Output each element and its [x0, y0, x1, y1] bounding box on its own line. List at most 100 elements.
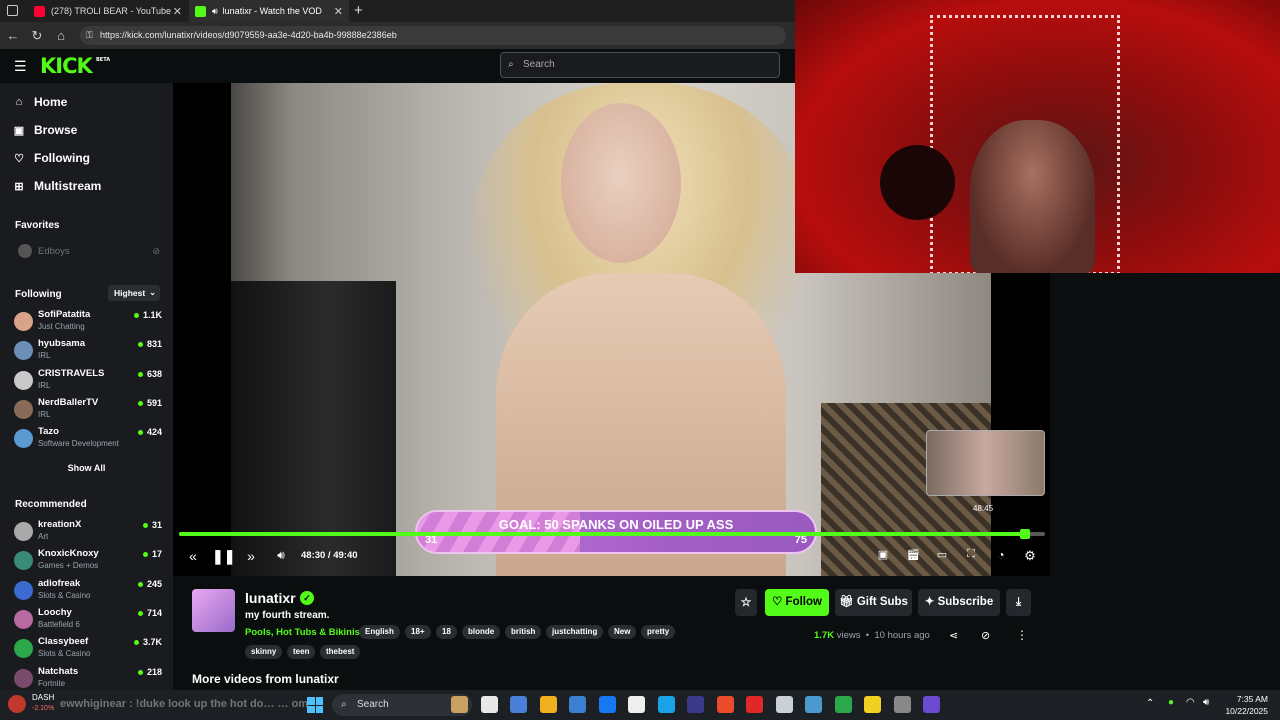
home-icon[interactable]: ⌂: [53, 28, 69, 43]
stream-tag[interactable]: pretty: [641, 625, 676, 639]
channel-name[interactable]: lunatixr: [245, 590, 296, 606]
sidebar-channel-item[interactable]: Natchats Fortnite 218: [14, 666, 164, 692]
obs-icon[interactable]: [923, 696, 940, 713]
volume-icon[interactable]: 🔊︎: [271, 548, 291, 563]
volume-icon[interactable]: 🔊︎: [1203, 697, 1209, 708]
avatar: [14, 399, 33, 419]
stream-tag[interactable]: teen: [287, 645, 316, 659]
subscribe-button[interactable]: ✦ Subscribe: [918, 589, 1000, 616]
speaker-icon[interactable]: 🔊︎: [212, 6, 218, 17]
amazon-icon[interactable]: [628, 696, 645, 713]
tray-mic-icon[interactable]: ●: [1168, 697, 1174, 708]
browse-icon: ▣: [13, 124, 25, 137]
channel-name: Natchats: [38, 665, 79, 677]
youtube-icon[interactable]: [775, 696, 793, 713]
sidebar-channel-item[interactable]: SofiPatatita Just Chatting 1.1K: [14, 309, 164, 335]
browser-tab-bar: (278) TROLI BEAR - YouTube ✕ 🔊︎ lunatixr…: [0, 0, 795, 22]
sidebar-channel-item[interactable]: Loochy Battlefield 6 714: [14, 607, 164, 633]
xbox-icon[interactable]: [864, 696, 881, 713]
stream-tag[interactable]: 18+: [405, 625, 431, 639]
app-icon[interactable]: [834, 696, 852, 713]
tray-chevron-icon[interactable]: ⌃: [1146, 698, 1154, 709]
favorite-item[interactable]: Edboys ⊘: [14, 244, 164, 270]
window-menu-icon[interactable]: [7, 5, 18, 16]
miniplayer-icon[interactable]: ▣: [873, 548, 893, 561]
tab-kick[interactable]: 🔊︎ lunatixr - Watch the VOD on ✕: [189, 0, 349, 22]
tab-youtube[interactable]: (278) TROLI BEAR - YouTube ✕: [28, 0, 188, 22]
rewind-icon[interactable]: «: [183, 548, 203, 564]
sidebar-item-browse[interactable]: ▣ Browse: [13, 123, 78, 137]
settings-gear-icon[interactable]: ⚙: [1020, 548, 1040, 564]
search-icon: ⌕: [341, 699, 347, 710]
close-tab-icon[interactable]: ✕: [334, 5, 343, 18]
stream-tag[interactable]: blonde: [462, 625, 501, 639]
widget-icon[interactable]: [451, 696, 468, 713]
hide-icon[interactable]: ⊘: [981, 629, 990, 642]
sidebar-channel-item[interactable]: Tazo Software Development 424: [14, 426, 164, 452]
sidebar-channel-item[interactable]: hyubsama IRL 831: [14, 338, 164, 364]
hamburger-menu-icon[interactable]: ☰: [14, 58, 27, 75]
kick-logo[interactable]: KICK BETA: [40, 54, 110, 78]
store-icon[interactable]: [569, 696, 586, 713]
edge-icon[interactable]: [657, 696, 675, 713]
fast-forward-icon[interactable]: »: [241, 548, 261, 564]
favorite-star-button[interactable]: ☆: [735, 589, 757, 616]
close-tab-icon[interactable]: ✕: [173, 5, 182, 18]
sort-dropdown[interactable]: Highest ⌄: [108, 285, 160, 301]
pause-icon[interactable]: ❚❚: [212, 548, 235, 565]
download-button[interactable]: ⤓: [1006, 589, 1031, 616]
stream-tag[interactable]: british: [505, 625, 542, 639]
sidebar-channel-item[interactable]: KnoxicKnoxy Games + Demos 17: [14, 548, 164, 574]
stream-tag[interactable]: English: [359, 625, 400, 639]
sidebar-channel-item[interactable]: CRISTRAVELS IRL 638: [14, 368, 164, 394]
copilot-icon[interactable]: [510, 696, 527, 713]
calculator-icon[interactable]: [687, 696, 704, 713]
search-input[interactable]: ⌕ Search: [500, 52, 780, 78]
seek-bar-handle[interactable]: [1020, 529, 1031, 539]
taskbar-clock[interactable]: 7:35 AM 10/22/2025: [1218, 693, 1268, 717]
tab-label: (278) TROLI BEAR - YouTube: [51, 6, 172, 16]
task-view-icon[interactable]: [480, 696, 498, 713]
sort-label: Highest: [114, 288, 146, 298]
vlc-icon[interactable]: [746, 696, 763, 713]
sidebar-item-multistream[interactable]: ⊞ Multistream: [13, 179, 101, 193]
gift-subs-button[interactable]: 🎁︎ Gift Subs: [835, 589, 912, 616]
url-text: https://kick.com/lunatixr/videos/d907955…: [100, 30, 397, 40]
file-explorer-icon[interactable]: [539, 696, 557, 713]
notes-icon[interactable]: [893, 696, 911, 713]
sidebar-channel-item[interactable]: NerdBallerTV IRL 591: [14, 397, 164, 423]
more-options-icon[interactable]: ⋮: [1016, 628, 1028, 642]
avatar: [14, 370, 33, 390]
stream-tag[interactable]: 18: [436, 625, 457, 639]
site-info-icon[interactable]: ⚿: [86, 26, 93, 45]
url-field[interactable]: ⚿ https://kick.com/lunatixr/videos/d9079…: [80, 26, 786, 45]
seek-bar[interactable]: [179, 529, 1045, 539]
chrome-icon[interactable]: [716, 696, 734, 713]
show-all-link[interactable]: Show All: [0, 463, 173, 473]
wifi-icon[interactable]: ◠: [1186, 697, 1195, 708]
theater-mode-icon[interactable]: ▭: [932, 548, 952, 561]
stream-chat-ticker: ewwhiginear : !duke look up the hot do… …: [60, 698, 310, 710]
stream-category-link[interactable]: Pools, Hot Tubs & Bikinis: [245, 627, 360, 638]
sidebar-item-following[interactable]: ♡ Following: [13, 151, 90, 165]
stock-widget-icon[interactable]: [8, 695, 26, 713]
stream-tag[interactable]: skinny: [245, 645, 283, 659]
reload-icon[interactable]: ↻: [29, 28, 45, 44]
clip-icon[interactable]: 🎬︎: [903, 548, 923, 561]
sidebar-channel-item[interactable]: adiofreak Slots & Casino 245: [14, 578, 164, 604]
share-icon[interactable]: ⋖: [949, 629, 958, 642]
sidebar-item-home[interactable]: ⌂ Home: [13, 95, 68, 109]
fullscreen-icon[interactable]: ⛶: [961, 548, 981, 561]
stream-tag[interactable]: justchatting: [546, 625, 604, 639]
stream-tag[interactable]: thebest: [320, 645, 361, 659]
stream-tag[interactable]: New: [608, 625, 637, 639]
sidebar-channel-item[interactable]: Classybeef Slots & Casino 3.7K: [14, 636, 164, 662]
channel-avatar[interactable]: [192, 589, 235, 632]
steam-icon[interactable]: [805, 696, 822, 713]
sidebar-channel-item[interactable]: kreationX Art 31: [14, 519, 164, 545]
follow-button[interactable]: ♡ Follow: [765, 589, 829, 616]
speed-icon[interactable]: ◔: [991, 548, 1011, 562]
new-tab-icon[interactable]: +: [354, 2, 363, 19]
facebook-icon[interactable]: [598, 696, 616, 713]
back-icon[interactable]: ←: [5, 28, 21, 43]
